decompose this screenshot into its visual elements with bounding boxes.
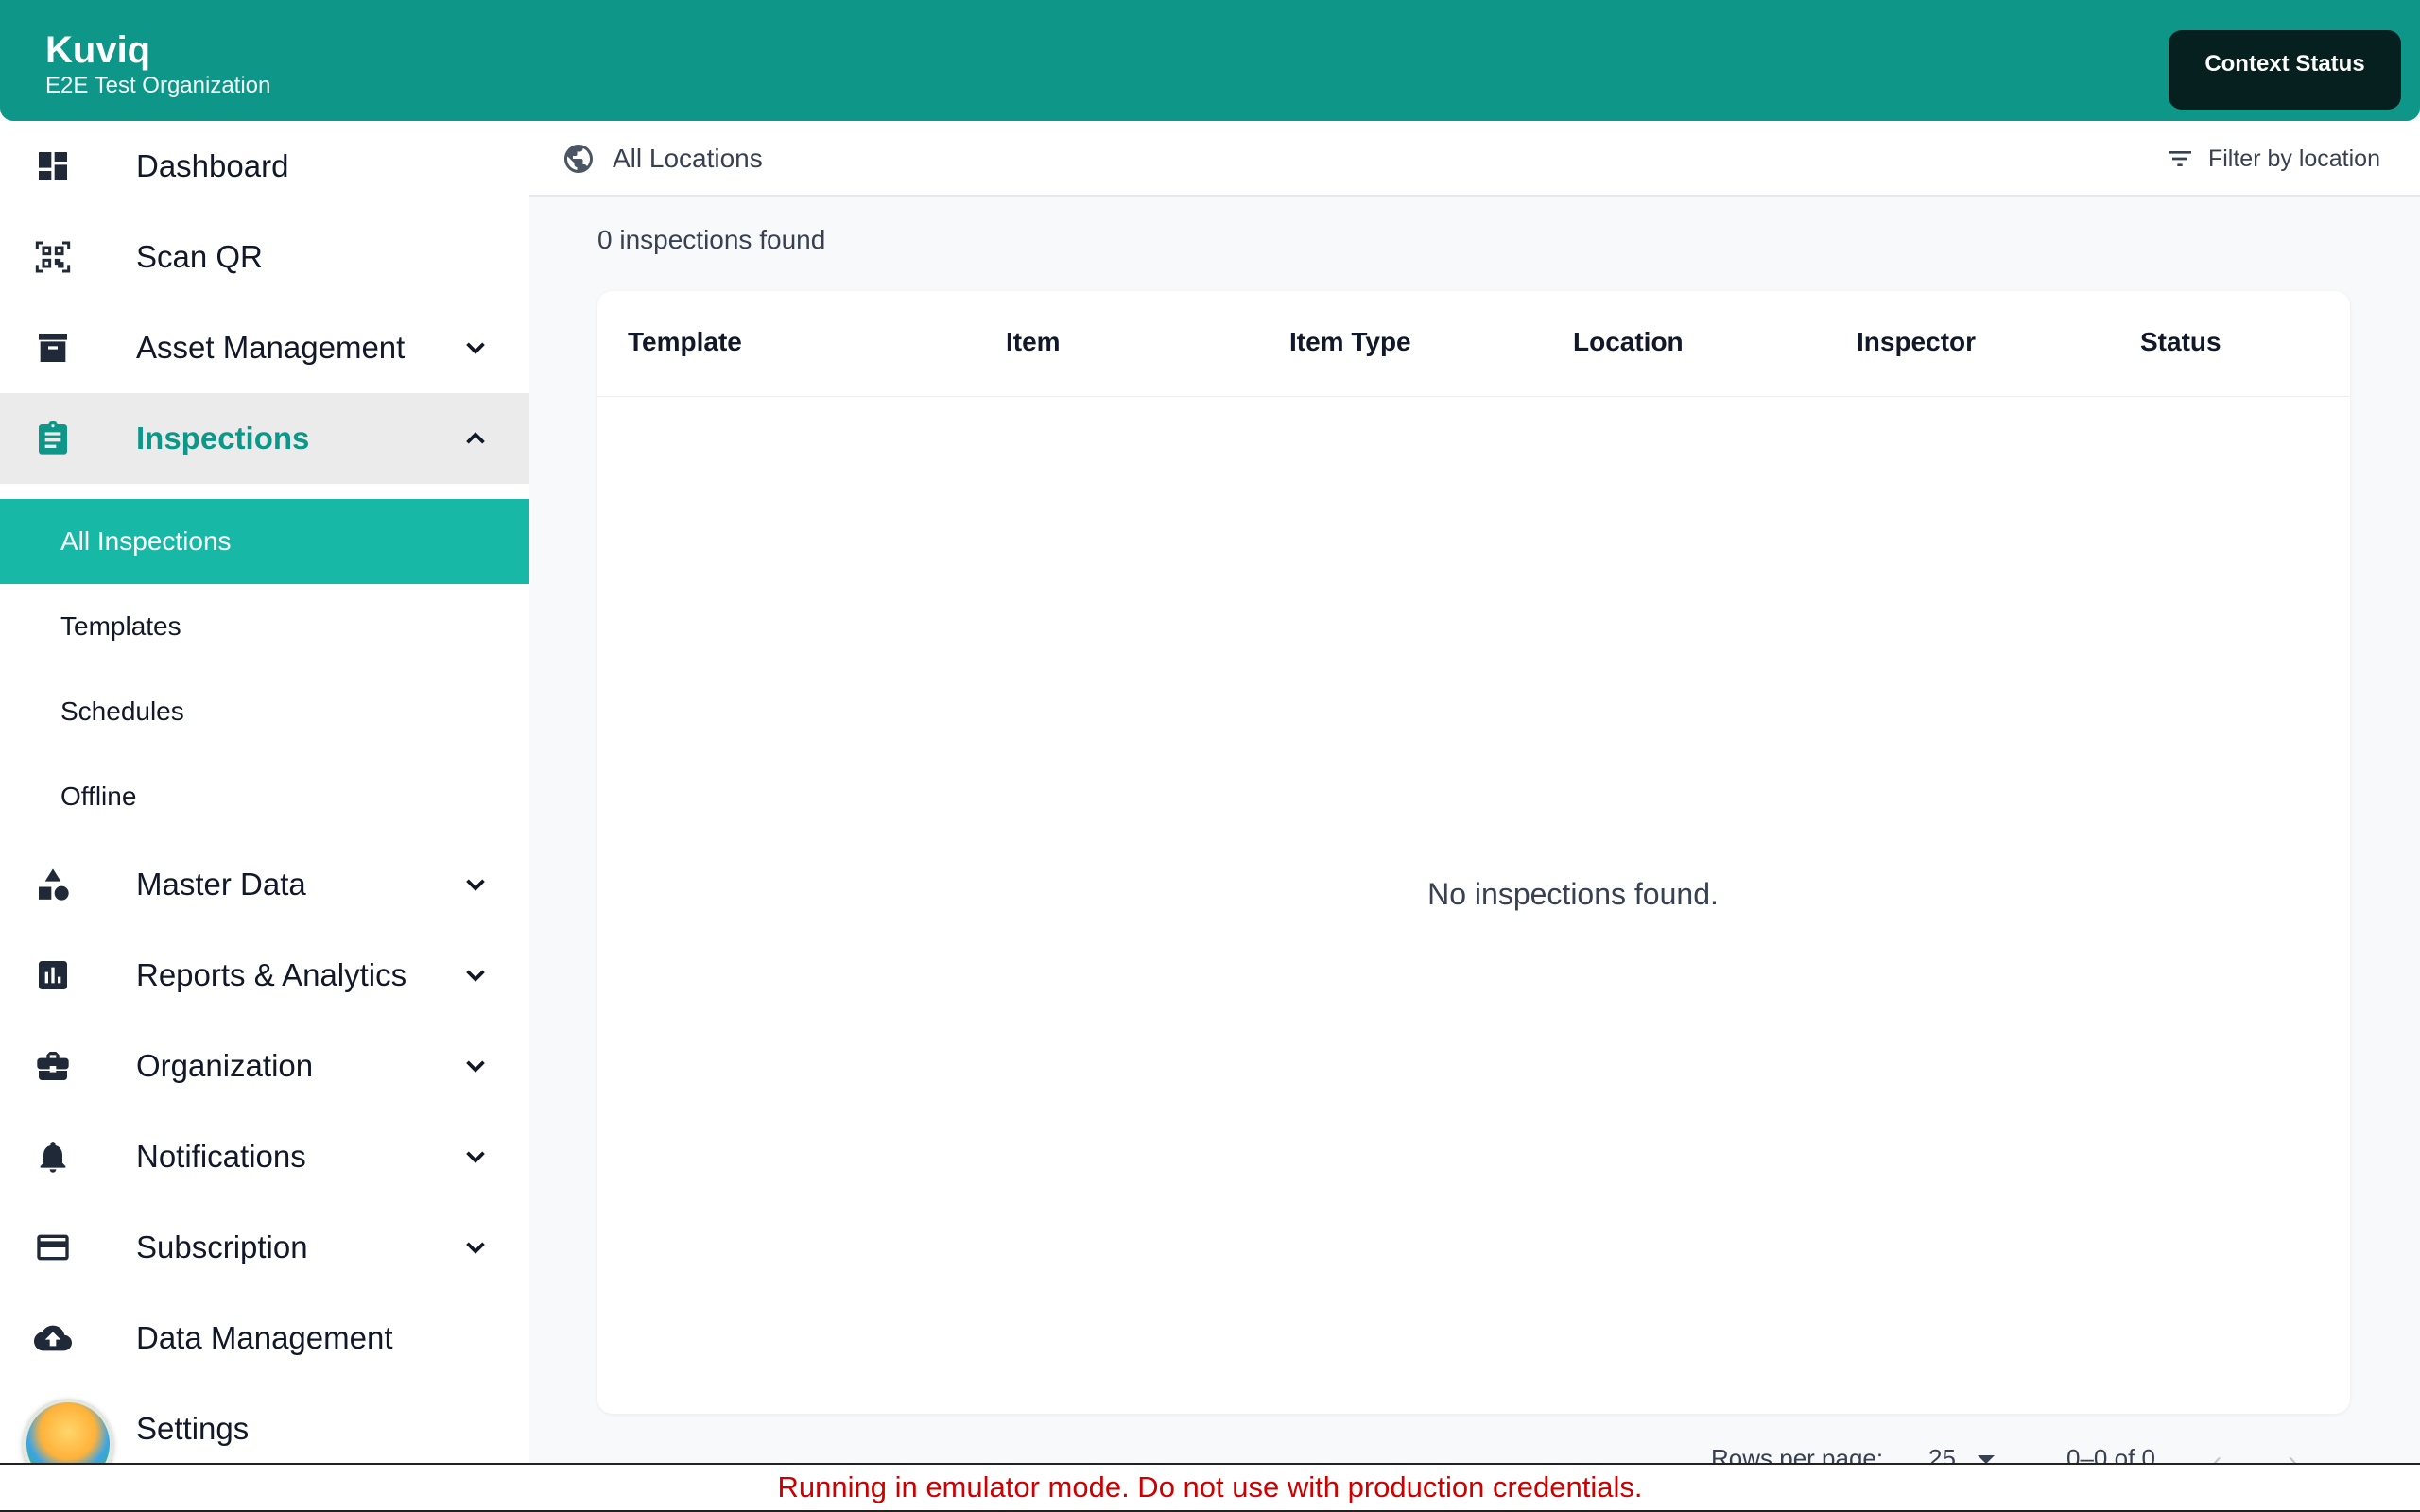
sidebar-item-dashboard[interactable]: Dashboard <box>0 121 529 212</box>
current-location: All Locations <box>613 144 763 173</box>
sidebar-item-scan-qr[interactable]: Scan QR <box>0 212 529 302</box>
sidebar-item-subscription[interactable]: Subscription <box>0 1202 529 1293</box>
chevron-down-icon[interactable] <box>459 868 492 901</box>
cloud-upload-icon <box>34 1319 72 1357</box>
sidebar-subitem-schedules[interactable]: Schedules <box>0 669 529 754</box>
filter-icon <box>2168 151 2191 166</box>
chevron-down-icon[interactable] <box>459 332 492 364</box>
chevron-down-icon[interactable] <box>459 1050 492 1082</box>
sidebar-item-label: Settings <box>136 1411 250 1446</box>
sidebar-item-label: Subscription <box>136 1229 308 1264</box>
sidebar-item-label: Asset Management <box>136 330 406 365</box>
chevron-down-icon[interactable] <box>459 1141 492 1173</box>
globe-icon <box>564 145 593 173</box>
sidebar-item-label: Master Data <box>136 867 306 902</box>
context-status-button[interactable]: Context Status <box>2169 30 2401 110</box>
sidebar-item-label: Organization <box>136 1048 314 1083</box>
sidebar-item-organization[interactable]: Organization <box>0 1021 529 1111</box>
sidebar-item-notifications[interactable]: Notifications <box>0 1111 529 1202</box>
chevron-down-icon[interactable] <box>459 959 492 991</box>
sidebar-item-label: Data Management <box>136 1320 393 1355</box>
credit-card-icon <box>34 1228 72 1266</box>
location-bar: All Locations Filter by location <box>529 121 2420 197</box>
column-header-template[interactable]: Template <box>628 327 742 357</box>
column-header-item-type[interactable]: Item Type <box>1289 327 1411 357</box>
brand[interactable]: Kuviq E2E Test Organization <box>45 28 270 100</box>
qr-scan-icon <box>34 238 72 276</box>
org-name: E2E Test Organization <box>45 73 271 98</box>
sidebar-item-asset-management[interactable]: Asset Management <box>0 302 529 393</box>
column-header-status[interactable]: Status <box>2140 327 2221 357</box>
column-header-item[interactable]: Item <box>1006 327 1061 357</box>
column-header-location[interactable]: Location <box>1573 327 1684 357</box>
sidebar: Dashboard Scan QR Asset Management Inspe… <box>0 121 529 1463</box>
sidebar-item-label: Inspections <box>136 421 310 455</box>
sidebar-item-label: Dashboard <box>136 148 289 183</box>
sidebar-item-label: Reports & Analytics <box>136 957 407 992</box>
top-bar: Kuviq E2E Test Organization Context Stat… <box>0 0 2420 121</box>
sidebar-item-master-data[interactable]: Master Data <box>0 839 529 930</box>
dashboard-icon <box>34 147 72 185</box>
sidebar-item-inspections[interactable]: Inspections <box>0 393 529 484</box>
sidebar-subitem-label: Offline <box>60 782 137 811</box>
chevron-down-icon[interactable] <box>459 1231 492 1263</box>
sidebar-item-reports-analytics[interactable]: Reports & Analytics <box>0 930 529 1021</box>
clipboard-icon <box>34 420 72 457</box>
inspections-table-card: Template Item Item Type Location Inspect… <box>597 291 2350 1414</box>
sidebar-subitem-all-inspections[interactable]: All Inspections <box>0 499 529 584</box>
app-name: Kuviq <box>45 29 151 71</box>
empty-state-message: No inspections found. <box>1427 877 1719 911</box>
bar-chart-icon <box>34 956 72 994</box>
sidebar-subitem-label: Templates <box>60 611 182 641</box>
sidebar-item-data-management[interactable]: Data Management <box>0 1293 529 1383</box>
sidebar-item-label: Scan QR <box>136 239 263 274</box>
main-content: All Locations Filter by location 0 inspe… <box>529 121 2420 1478</box>
sidebar-subitem-offline[interactable]: Offline <box>0 754 529 839</box>
results-count: 0 inspections found <box>597 225 826 254</box>
shapes-icon <box>34 866 72 903</box>
sidebar-subitem-label: All Inspections <box>60 526 232 556</box>
sidebar-item-label: Notifications <box>136 1139 306 1174</box>
chevron-up-icon[interactable] <box>459 422 492 455</box>
briefcase-icon <box>34 1047 72 1085</box>
sidebar-subitem-label: Schedules <box>60 696 184 726</box>
column-header-inspector[interactable]: Inspector <box>1857 327 1976 357</box>
table-header: Template Item Item Type Location Inspect… <box>597 291 2350 397</box>
emulator-warning-banner: Running in emulator mode. Do not use wit… <box>0 1463 2420 1512</box>
filter-label: Filter by location <box>2207 145 2380 172</box>
sidebar-subitem-templates[interactable]: Templates <box>0 584 529 669</box>
filter-by-location-button[interactable]: Filter by location <box>2165 138 2380 180</box>
archive-box-icon <box>34 329 72 367</box>
bell-icon <box>34 1138 72 1176</box>
